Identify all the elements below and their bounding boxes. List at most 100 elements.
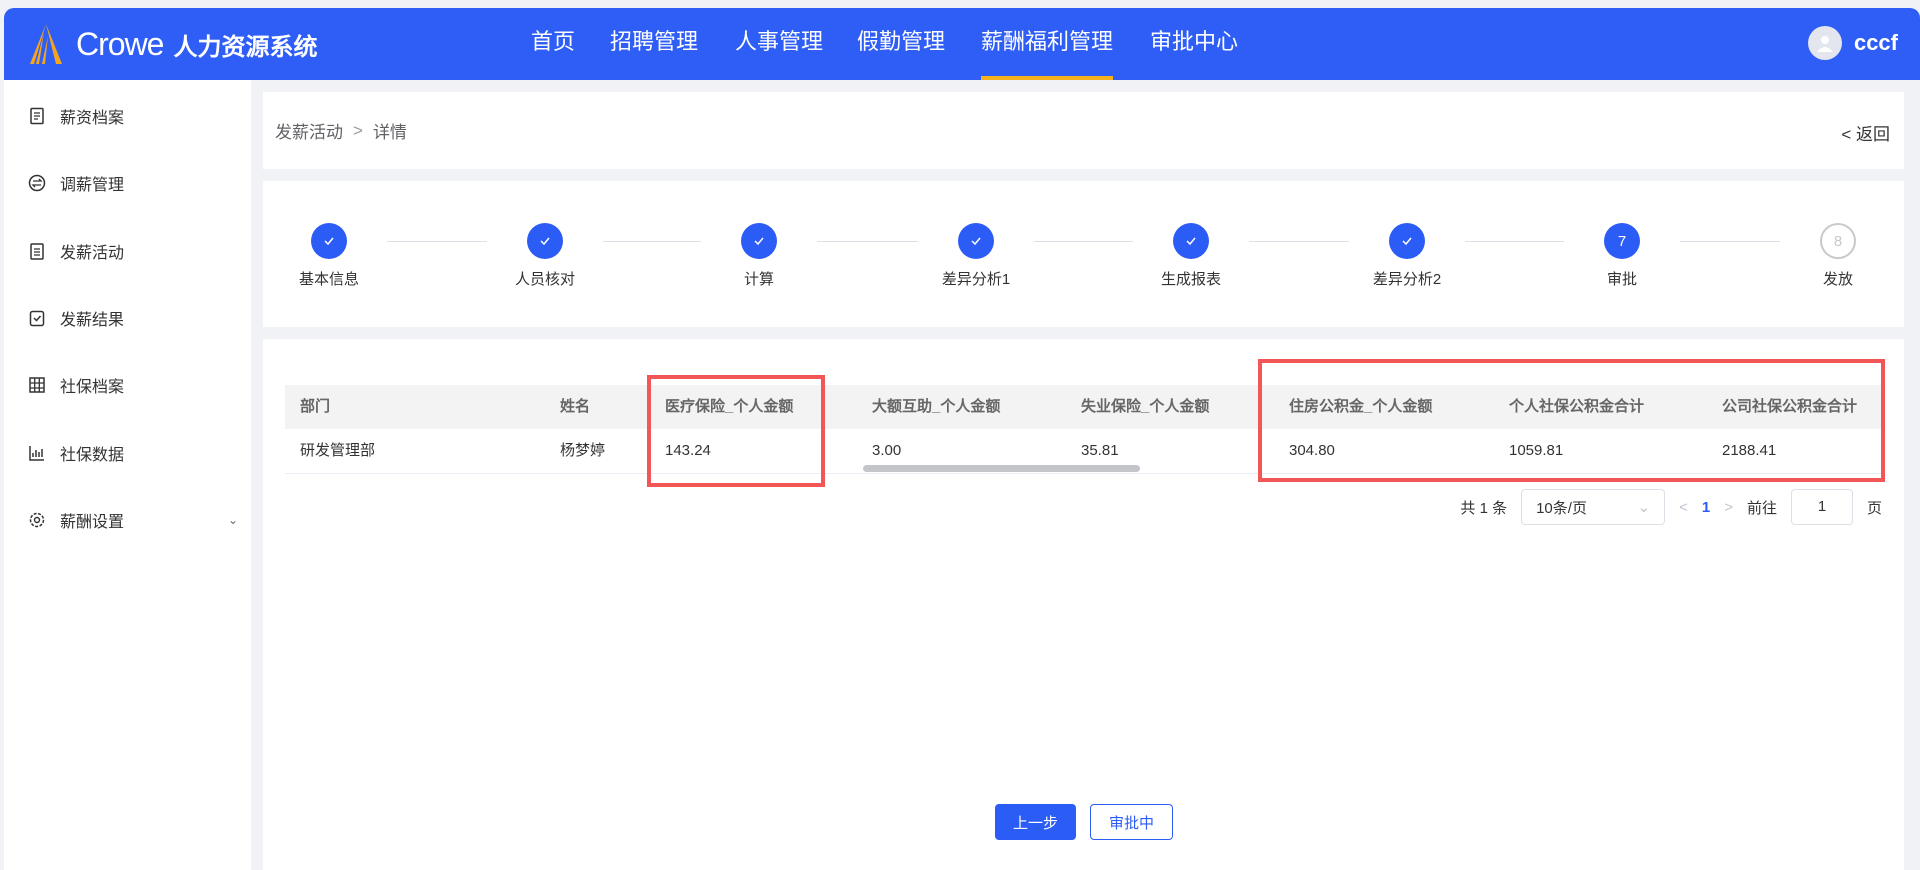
- breadcrumb: 发薪活动 > 详情 < 返回: [263, 92, 1904, 169]
- column-header[interactable]: 失业保险_个人金额: [1081, 385, 1209, 429]
- check-icon: [311, 223, 347, 259]
- step-label: 人员核对: [514, 271, 575, 288]
- page-number[interactable]: 1: [1702, 499, 1710, 516]
- column-header[interactable]: 大额互助_个人金额: [872, 385, 1000, 429]
- crowe-logo-icon: [30, 24, 62, 64]
- document-icon: [30, 107, 44, 125]
- page-size-select[interactable]: 10条/页 ⌄: [1521, 489, 1666, 525]
- nav-personnel[interactable]: 人事管理: [735, 8, 823, 80]
- column-header[interactable]: 部门: [300, 385, 330, 429]
- step-label: 基本信息: [298, 271, 359, 288]
- page-suffix: 页: [1866, 499, 1882, 517]
- back-button[interactable]: < 返回: [1841, 120, 1890, 145]
- sidebar-item-payroll-activity[interactable]: 发薪活动: [28, 239, 238, 263]
- goto-page-input[interactable]: 1: [1790, 489, 1853, 525]
- brand-name: Crowe: [76, 25, 164, 62]
- sidebar-item-label: 薪酬设置: [60, 514, 125, 531]
- pagination: 共 1 条 10条/页 ⌄ < 1 > 前往 1 页: [1460, 489, 1882, 525]
- step-label: 差异分析1: [941, 271, 1011, 288]
- column-header[interactable]: 公司社保公积金合计: [1722, 385, 1857, 429]
- chevron-right-icon: >: [353, 120, 363, 140]
- back-label: 返回: [1856, 125, 1890, 144]
- page-size-value: 10条/页: [1536, 499, 1587, 517]
- nav-recruitment[interactable]: 招聘管理: [610, 8, 698, 80]
- step-8: 8 发放: [1778, 223, 1898, 289]
- step-1: 基本信息: [269, 223, 389, 289]
- breadcrumb-current: 详情: [372, 123, 407, 142]
- check-icon: [958, 223, 994, 259]
- check-icon: [1389, 223, 1425, 259]
- avatar-icon: [1807, 26, 1842, 60]
- logo[interactable]: Crowe 人力资源系统: [26, 22, 317, 66]
- sidebar-item-salary-adjust[interactable]: 调薪管理: [28, 171, 238, 195]
- horizontal-scrollbar[interactable]: [863, 465, 1140, 472]
- total-count: 共 1 条: [1460, 499, 1508, 517]
- nav-attendance[interactable]: 假勤管理: [857, 8, 945, 80]
- table-cell: 2188.41: [1722, 442, 1777, 459]
- nav-approval[interactable]: 审批中心: [1150, 8, 1238, 80]
- step-label: 差异分析2: [1372, 271, 1442, 288]
- table-header: 部门 姓名 医疗保险_个人金额 大额互助_个人金额 失业保险_个人金额 住房公积金_个人金…: [285, 385, 1882, 429]
- table-cell: 1059.81: [1509, 442, 1564, 459]
- sidebar-item-label: 社保档案: [60, 379, 125, 396]
- step-2: 人员核对: [485, 223, 605, 289]
- step-label: 生成报表: [1160, 271, 1221, 288]
- system-name: 人力资源系统: [173, 33, 318, 61]
- step-connector: [603, 241, 701, 242]
- prev-page-icon[interactable]: <: [1679, 499, 1688, 516]
- table-cell: 杨梦婷: [560, 442, 606, 459]
- step-connector: [1680, 241, 1780, 242]
- table-cell: 304.80: [1289, 442, 1335, 459]
- sidebar-item-payroll-result[interactable]: 发薪结果: [28, 306, 238, 330]
- top-header: Crowe 人力资源系统 首页 招聘管理 人事管理 假勤管理 薪酬福利管理 审批…: [4, 8, 1920, 80]
- column-header[interactable]: 住房公积金_个人金额: [1289, 385, 1432, 429]
- column-header[interactable]: 个人社保公积金合计: [1509, 385, 1644, 429]
- data-table: 部门 姓名 医疗保险_个人金额 大额互助_个人金额 失业保险_个人金额 住房公积金_个人金…: [285, 385, 1882, 474]
- sidebar-item-social-data[interactable]: 社保数据: [28, 441, 238, 465]
- nav-home[interactable]: 首页: [531, 8, 575, 80]
- sidebar-item-label: 调薪管理: [60, 177, 125, 194]
- chevron-down-icon: ⌄: [1637, 499, 1651, 516]
- sidebar-item-label: 薪资档案: [60, 110, 125, 127]
- step-number: 7: [1604, 223, 1640, 259]
- sidebar-item-salary-archive[interactable]: 薪资档案: [28, 104, 238, 128]
- step-label: 计算: [743, 271, 774, 288]
- chevron-down-icon: ⌄: [227, 513, 238, 527]
- step-label: 发放: [1822, 271, 1853, 288]
- check-icon: [527, 223, 563, 259]
- step-connector: [1465, 241, 1564, 242]
- chevron-left-icon: <: [1841, 125, 1856, 144]
- step-5: 生成报表: [1131, 223, 1251, 289]
- column-header[interactable]: 姓名: [560, 385, 590, 429]
- clipboard-icon: [30, 243, 44, 260]
- step-connector: [817, 241, 918, 242]
- sidebar-item-salary-settings[interactable]: 薪酬设置 ⌄: [28, 508, 238, 532]
- table-cell: 研发管理部: [300, 442, 376, 459]
- step-4: 差异分析1: [916, 223, 1036, 289]
- check-icon: [741, 223, 777, 259]
- check-icon: [1173, 223, 1209, 259]
- step-7: 7 审批: [1562, 223, 1682, 289]
- step-3: 计算: [699, 223, 819, 289]
- sidebar-item-label: 发薪结果: [60, 312, 125, 329]
- sidebar-item-label: 发薪活动: [60, 245, 125, 262]
- grid-icon: [29, 377, 45, 393]
- exchange-icon: [28, 174, 46, 192]
- step-label: 审批: [1606, 271, 1637, 288]
- step-connector: [1034, 241, 1133, 242]
- user-menu[interactable]: cccf: [1807, 26, 1898, 60]
- sidebar-item-social-archive[interactable]: 社保档案: [28, 373, 238, 397]
- breadcrumb-item[interactable]: 发薪活动: [275, 118, 343, 143]
- prev-step-button[interactable]: 上一步: [995, 804, 1076, 840]
- table-card: 部门 姓名 医疗保险_个人金额 大额互助_个人金额 失业保险_个人金额 住房公积金_个人金…: [263, 339, 1904, 870]
- nav-compensation[interactable]: 薪酬福利管理: [980, 8, 1114, 80]
- column-header[interactable]: 医疗保险_个人金额: [665, 385, 793, 429]
- step-connector: [1249, 241, 1349, 242]
- approval-status-button[interactable]: 审批中: [1090, 804, 1173, 840]
- step-number: 8: [1820, 223, 1856, 259]
- next-page-icon[interactable]: >: [1724, 499, 1733, 516]
- steps-bar: 基本信息 人员核对 计算 差异分析1 生成报表 差异分析2 7 审批 8 发放: [263, 181, 1904, 327]
- clipboard-check-icon: [29, 310, 45, 327]
- step-6: 差异分析2: [1347, 223, 1467, 289]
- goto-label: 前往: [1746, 499, 1777, 517]
